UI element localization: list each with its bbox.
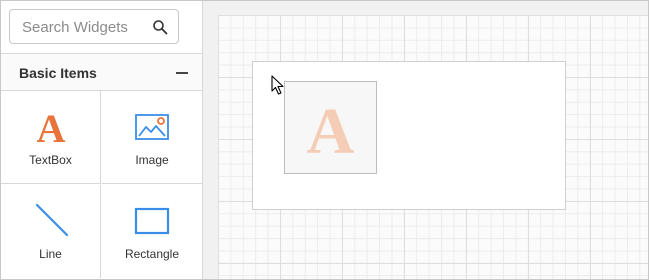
widget-label: Rectangle [124,247,180,261]
textbox-icon: A [37,109,66,145]
report-designer: Basic Items A TextBox Image [0,0,649,280]
widget-label: Line [39,247,62,261]
basic-items-header[interactable]: Basic Items [1,53,202,91]
rectangle-icon [134,207,170,235]
textbox-drag-preview: A [284,81,377,174]
svg-text:A: A [37,109,66,145]
section-title: Basic Items [19,65,97,81]
line-icon [35,203,69,237]
widget-textbox[interactable]: A TextBox [1,91,101,184]
collapse-icon[interactable] [176,72,188,74]
widget-rectangle[interactable]: Rectangle [102,185,202,278]
image-icon [135,114,169,140]
widget-line[interactable]: Line [1,185,101,278]
widget-image[interactable]: Image [102,91,202,184]
search-box[interactable] [9,9,179,44]
widgets-panel: Basic Items A TextBox Image [1,1,203,279]
widget-label: TextBox [29,153,72,167]
widget-grid: A TextBox Image Line Rectangle [1,91,202,279]
widget-label: Image [135,153,169,167]
search-icon[interactable] [152,19,168,35]
textbox-drag-preview-icon: A [306,95,355,168]
search-input[interactable] [22,17,150,37]
mouse-cursor-icon [271,75,284,95]
